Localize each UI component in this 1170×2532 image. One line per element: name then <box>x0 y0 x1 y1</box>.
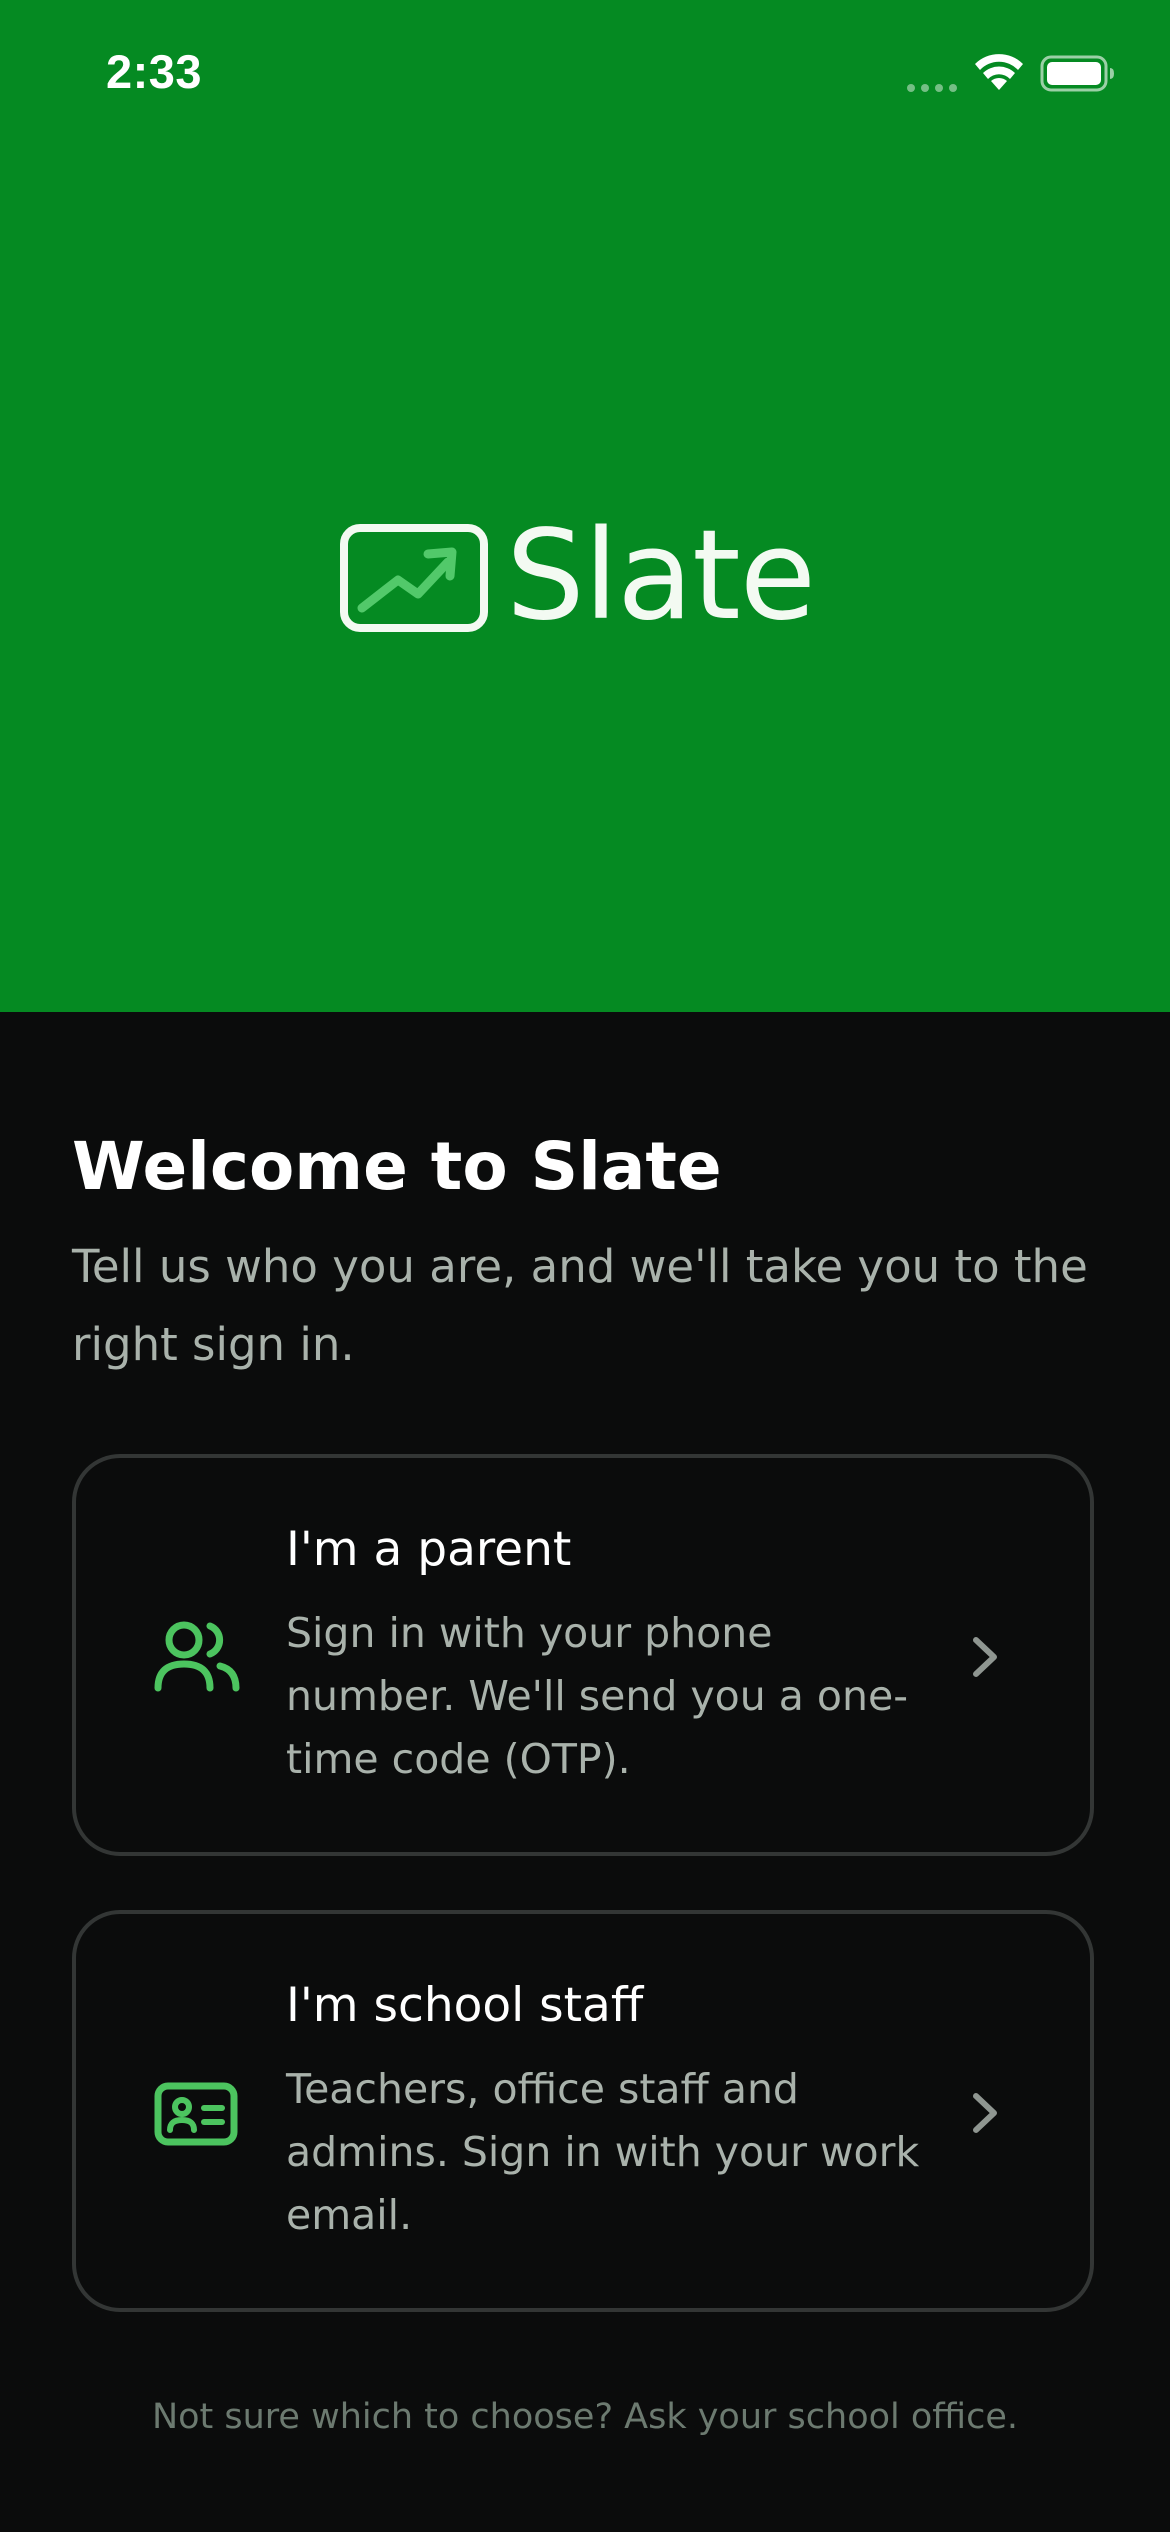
chevron-right-icon <box>973 1637 997 1677</box>
page-title: Welcome to Slate <box>72 1128 722 1205</box>
slate-logo: Slate <box>340 506 840 646</box>
status-bar: 2:33 <box>0 0 1170 150</box>
status-time: 2:33 <box>106 45 203 98</box>
users-icon <box>154 1621 240 1692</box>
id-card-icon <box>154 2082 238 2146</box>
staff-sign-in-card[interactable]: I'm school staff Teachers, office staff … <box>72 1910 1094 2312</box>
parent-sign-in-card[interactable]: I'm a parent Sign in with your phone num… <box>72 1454 1094 1856</box>
chevron-right-icon <box>973 2093 997 2133</box>
wifi-icon <box>975 54 1023 90</box>
staff-card-description: Teachers, office staff and admins. Sign … <box>286 2065 920 2239</box>
trending-chart-board-icon <box>340 524 488 632</box>
help-hint: Not sure which to choose? Ask your schoo… <box>151 2397 1019 2437</box>
role-selection: Welcome to Slate Tell us who you are, an… <box>0 1012 1170 2532</box>
staff-card-title: I'm school staff <box>286 1978 644 2033</box>
brand-name: Slate <box>506 504 816 648</box>
page-subtitle: Tell us who you are, and we'll take you … <box>72 1240 1088 1371</box>
parent-card-description: Sign in with your phone number. We'll se… <box>286 1609 909 1783</box>
parent-card-title: I'm a parent <box>286 1522 572 1577</box>
brand-hero: 2:33 Slate <box>0 0 1170 1012</box>
battery-full-icon <box>1040 55 1114 92</box>
app-screen: 2:33 Slate Welcome to Slate Tell us who … <box>0 0 1170 2532</box>
cellular-signal-icon <box>907 84 957 92</box>
